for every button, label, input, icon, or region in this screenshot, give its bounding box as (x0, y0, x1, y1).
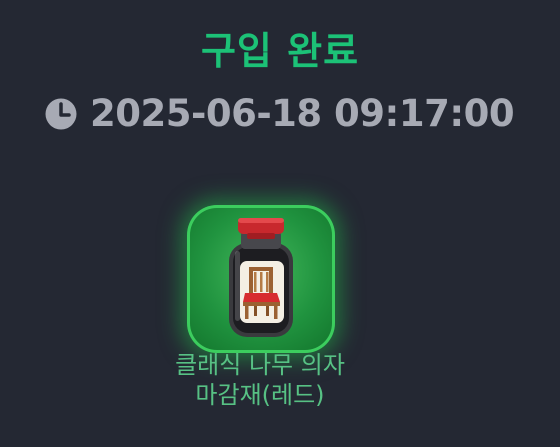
chair-in-bottle-icon (229, 218, 293, 337)
purchase-complete-title: 구입 완료 (200, 29, 360, 73)
clock-icon (45, 98, 77, 129)
item-name-line1: 클래식 나무 의자 (175, 351, 345, 379)
purchase-timestamp-row: 2025-06-18 09:17:00 (44, 92, 515, 135)
item-name-line2: 마감재(레드) (195, 381, 325, 409)
item-name: 클래식 나무 의자 마감재(레드) (0, 350, 520, 410)
purchase-timestamp: 2025-06-18 09:17:00 (90, 92, 515, 135)
item-icon-frame[interactable] (187, 205, 335, 353)
